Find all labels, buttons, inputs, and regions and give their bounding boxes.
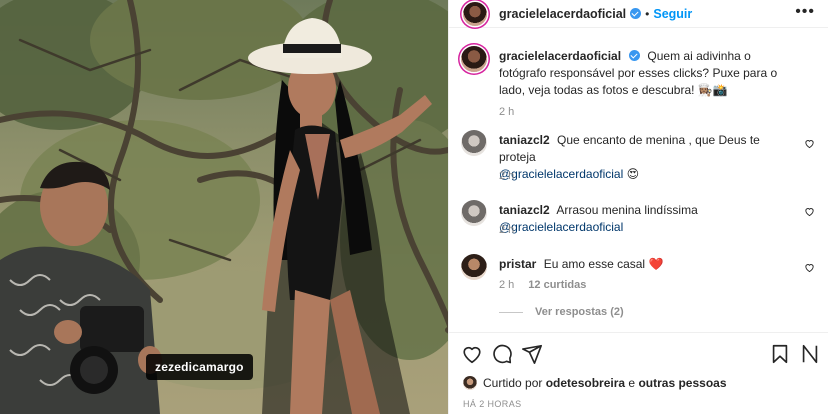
post-photo[interactable]: zezedicamargo	[0, 0, 448, 414]
caption-meta: 2 h	[499, 106, 514, 118]
liked-by-prefix: Curtido por	[483, 376, 543, 390]
comment-time[interactable]: 2 h	[499, 170, 514, 182]
comment-avatar[interactable]	[461, 200, 487, 226]
more-icon[interactable]: •••	[795, 4, 815, 20]
photo-tag-label[interactable]: zezedicamargo	[146, 354, 253, 380]
comment-emoji: 😍	[626, 167, 640, 181]
caption-text: gracielelacerdaoficial Quem ai adivinha …	[499, 48, 799, 99]
post-actions: Curtido por odetesobreira e outras pesso…	[449, 332, 828, 414]
comment-body: Eu amo esse casal	[543, 257, 646, 271]
view-replies-button[interactable]: Ver respostas (2)	[499, 306, 624, 318]
comment-meta: 2 h	[499, 224, 514, 236]
comment-username[interactable]: pristar	[499, 257, 536, 271]
liked-by-user[interactable]: odetesobreira	[546, 376, 625, 390]
comment-mention[interactable]: @gracielelacerdaoficial	[499, 220, 623, 234]
comment-username[interactable]: taniazcl2	[499, 203, 550, 217]
comment-avatar[interactable]	[461, 254, 487, 280]
comment-time[interactable]: 2 h	[499, 279, 514, 291]
follow-button[interactable]: Seguir	[653, 7, 692, 21]
liked-by: Curtido por odetesobreira e outras pesso…	[463, 376, 727, 390]
comment-emoji: ❤️	[648, 257, 664, 271]
view-replies-label[interactable]: Ver respostas (2)	[535, 306, 624, 318]
verified-badge-icon	[629, 50, 641, 61]
replies-divider	[499, 311, 523, 313]
comment-text: taniazcl2 Arrasou menina lindíssima @gra…	[499, 202, 799, 236]
comment-meta: 2 h	[499, 170, 514, 182]
post-timestamp[interactable]: HÁ 2 HORAS	[463, 399, 522, 409]
caption-avatar[interactable]	[461, 46, 487, 72]
caption-time[interactable]: 2 h	[499, 106, 514, 118]
photo-illustration	[0, 0, 448, 414]
caption-username[interactable]: gracielelacerdaoficial	[499, 49, 621, 63]
post-header: gracielelacerdaoficial • Seguir •••	[449, 0, 828, 28]
bookmark-icon[interactable]	[769, 343, 791, 365]
header-separator: •	[645, 6, 650, 21]
comment-mention[interactable]: @gracielelacerdaoficial	[499, 167, 623, 181]
comment-meta: 2 h 12 curtidas	[499, 279, 586, 291]
comment-like-heart-icon[interactable]	[804, 206, 815, 217]
author-username[interactable]: gracielelacerdaoficial	[499, 7, 626, 21]
share-icon[interactable]	[521, 343, 543, 365]
verified-badge-icon	[630, 8, 642, 19]
comment-text: taniazcl2 Que encanto de menina , que De…	[499, 132, 799, 183]
comment-like-heart-icon[interactable]	[804, 138, 815, 149]
liked-by-avatar[interactable]	[463, 376, 477, 390]
liked-by-conjunction: e	[628, 376, 636, 390]
comment-text: pristar Eu amo esse casal ❤️	[499, 256, 799, 273]
profile-bookmark-icon[interactable]	[799, 343, 821, 365]
liked-by-others[interactable]: outras pessoas	[638, 376, 726, 390]
comment-avatar[interactable]	[461, 130, 487, 156]
comment-body: Arrasou menina lindíssima	[556, 203, 698, 217]
post-detail-panel: gracielelacerdaoficial • Seguir ••• grac…	[448, 0, 828, 414]
author-avatar[interactable]	[463, 1, 487, 26]
heart-icon[interactable]	[461, 343, 483, 365]
comment-like-heart-icon[interactable]	[804, 262, 815, 273]
comment-username[interactable]: taniazcl2	[499, 133, 550, 147]
comment-likes-count[interactable]: 12 curtidas	[528, 279, 586, 291]
comment-icon[interactable]	[491, 343, 513, 365]
comment-time[interactable]: 2 h	[499, 224, 514, 236]
